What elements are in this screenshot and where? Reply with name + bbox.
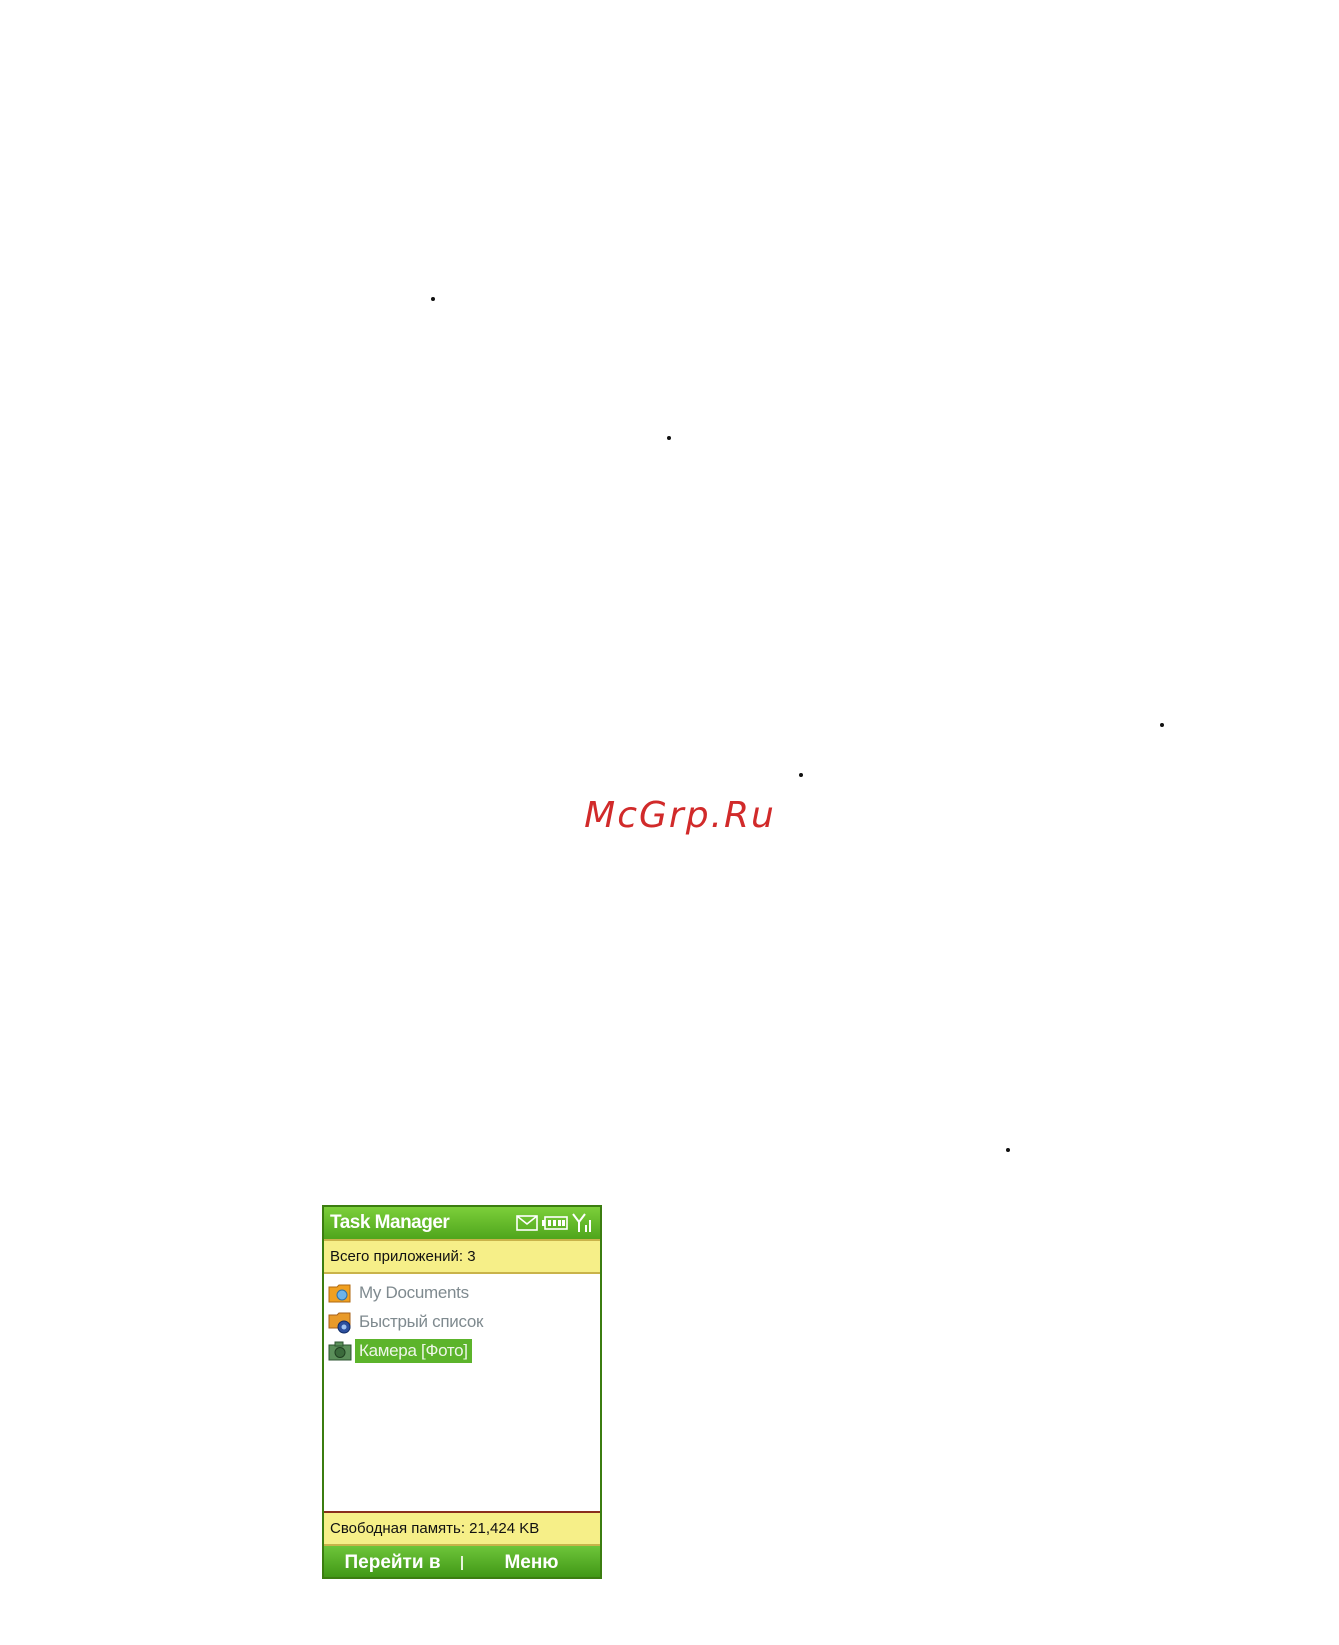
status-icons (516, 1213, 594, 1233)
running-apps-list: My Documents Быстрый список Камера [Фото… (324, 1274, 600, 1511)
envelope-icon (516, 1215, 538, 1231)
speck-mark (431, 297, 435, 301)
list-item-label: Камера [Фото] (355, 1338, 472, 1363)
list-item-label: My Documents (359, 1282, 469, 1302)
battery-icon (542, 1216, 568, 1230)
signal-icon (572, 1213, 594, 1233)
quicklist-icon (327, 1309, 353, 1335)
camera-icon (327, 1338, 353, 1364)
speck-mark (1160, 723, 1164, 727)
free-memory-bar: Свободная память: 21,424 KB (324, 1511, 600, 1546)
menu-softkey-button[interactable]: Меню (463, 1552, 600, 1574)
apps-count-label: Всего приложений: 3 (330, 1248, 476, 1265)
speck-mark (667, 436, 671, 440)
speck-mark (799, 773, 803, 777)
goto-softkey-button[interactable]: Перейти в (324, 1552, 461, 1574)
list-item-quick-list[interactable]: Быстрый список (324, 1307, 600, 1336)
list-item-camera[interactable]: Камера [Фото] (324, 1336, 600, 1365)
task-manager-window: Task Manager Всего приложений: 3 My Docu… (322, 1205, 602, 1579)
watermark: McGrp.Ru (584, 795, 776, 836)
folder-icon (327, 1280, 353, 1306)
softkey-bar: Перейти в Меню (324, 1546, 600, 1577)
free-memory-label: Свободная память: 21,424 KB (330, 1520, 540, 1537)
app-title: Task Manager (330, 1212, 450, 1233)
apps-count-bar: Всего приложений: 3 (324, 1239, 600, 1274)
list-item-my-documents[interactable]: My Documents (324, 1278, 600, 1307)
title-bar: Task Manager (324, 1207, 600, 1239)
list-item-label: Быстрый список (359, 1311, 484, 1331)
speck-mark (1006, 1148, 1010, 1152)
